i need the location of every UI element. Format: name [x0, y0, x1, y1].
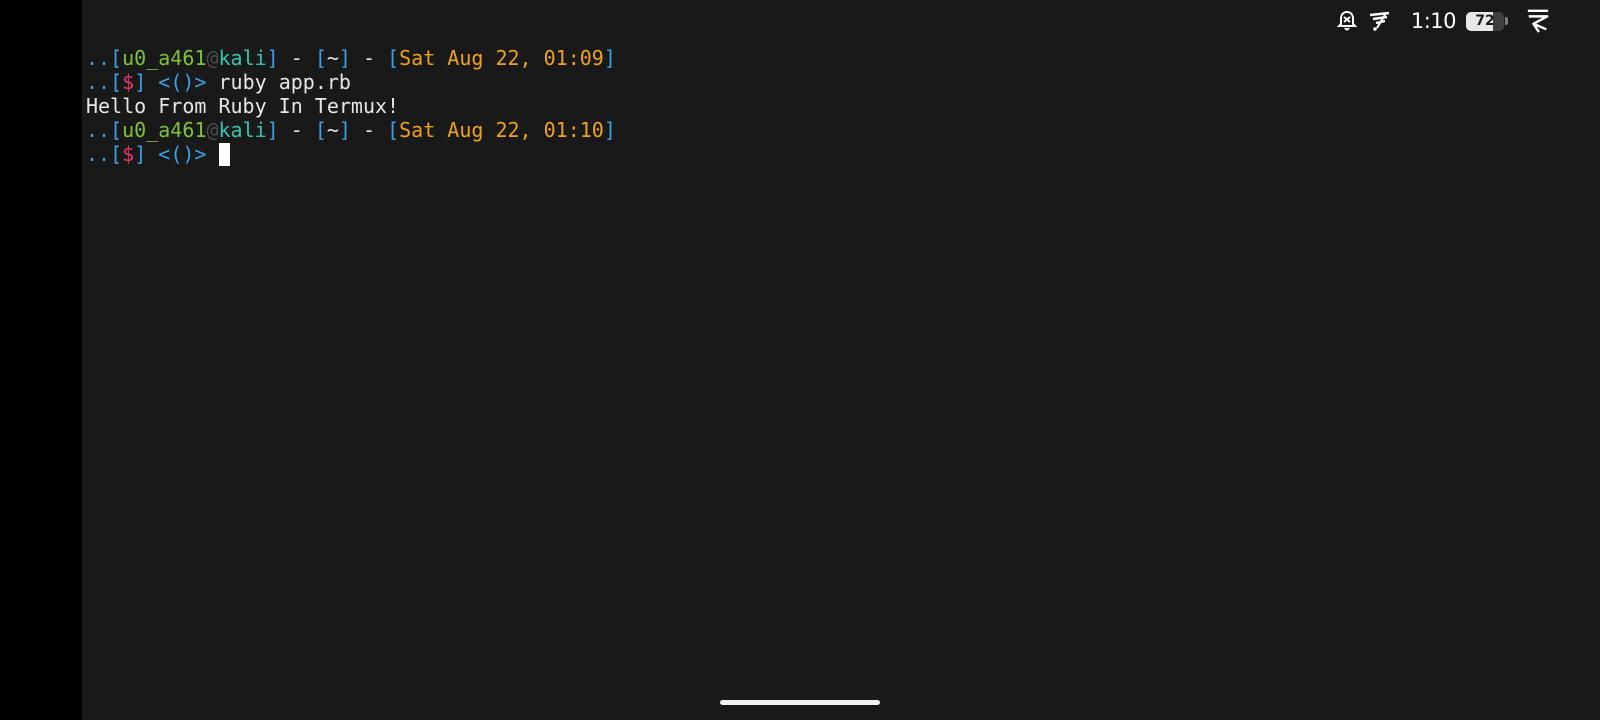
prompt-dollar: $	[122, 142, 135, 166]
prompt-host: kali	[218, 46, 267, 70]
text-cursor[interactable]	[219, 142, 231, 166]
prompt-directory: ~	[326, 118, 339, 142]
output-line: Hello From Ruby In Termux!	[86, 94, 616, 118]
prompt-arrow: <()>	[146, 70, 219, 94]
prompt-directory: ~	[326, 46, 339, 70]
prompt-bracket: [	[314, 46, 327, 70]
prompt-bracket: ]	[603, 118, 616, 142]
battery-cap	[1505, 17, 1508, 25]
termux-terminal[interactable]: 1:10 72 ..[u0_a461 @ kali] - [~] - [Sat Au…	[82, 0, 1600, 720]
prompt-bracket: [	[110, 70, 123, 94]
prompt-bracket: ]	[266, 46, 279, 70]
prompt-bracket: ]	[603, 46, 616, 70]
prompt-bracket: [	[110, 118, 123, 142]
prompt-separator: -	[350, 118, 388, 142]
home-indicator[interactable]	[720, 700, 880, 705]
prompt-user: u0_a461	[122, 118, 207, 142]
prompt-datetime: Sat Aug 22, 01:10	[399, 118, 604, 142]
prompt-header-line: ..[u0_a461 @ kali] - [~] - [Sat Aug 22, 01…	[86, 46, 616, 70]
prompt-host: kali	[218, 118, 267, 142]
status-bar: 1:10 72	[1335, 6, 1550, 36]
command-line: ..[$] <()>	[86, 142, 616, 166]
prompt-datetime: Sat Aug 22, 01:09	[399, 46, 604, 70]
prompt-header-line: ..[u0_a461 @ kali] - [~] - [Sat Aug 22, 01…	[86, 118, 616, 142]
prompt-separator: -	[278, 46, 315, 70]
output-text: Hello From Ruby In Termux!	[86, 94, 400, 118]
notification-muted-icon	[1335, 9, 1359, 33]
prompt-bracket: ]	[134, 70, 147, 94]
prompt-dots: ..	[86, 118, 111, 142]
prompt-bracket: ]	[338, 46, 351, 70]
prompt-dots: ..	[86, 46, 111, 70]
prompt-bracket: [	[387, 118, 400, 142]
prompt-bracket: [	[387, 46, 400, 70]
prompt-separator: -	[350, 46, 388, 70]
prompt-bracket: [	[110, 142, 123, 166]
prompt-bracket: ]	[338, 118, 351, 142]
prompt-dollar: $	[122, 70, 135, 94]
terminal-output[interactable]: ..[u0_a461 @ kali] - [~] - [Sat Aug 22, 01…	[86, 46, 616, 166]
signal-icon	[1367, 9, 1391, 33]
status-clock: 1:10	[1410, 9, 1457, 33]
prompt-bracket: [	[110, 46, 123, 70]
command-text[interactable]: ruby app.rb	[218, 70, 350, 94]
prompt-at: @	[206, 118, 219, 142]
prompt-dots: ..	[86, 70, 111, 94]
command-line: ..[$] <()> ruby app.rb	[86, 70, 616, 94]
prompt-user: u0_a461	[122, 46, 207, 70]
prompt-bracket: ]	[134, 142, 147, 166]
termux-app-icon	[1526, 9, 1550, 33]
battery-level: 72	[1475, 13, 1495, 29]
prompt-at: @	[206, 46, 219, 70]
prompt-bracket: [	[314, 118, 327, 142]
prompt-arrow: <()>	[146, 142, 219, 166]
phone-screen: 1:10 72 ..[u0_a461 @ kali] - [~] - [Sat Au…	[0, 0, 1600, 720]
prompt-separator: -	[278, 118, 315, 142]
prompt-dots: ..	[86, 142, 111, 166]
prompt-bracket: ]	[266, 118, 279, 142]
battery-indicator: 72	[1466, 11, 1504, 31]
